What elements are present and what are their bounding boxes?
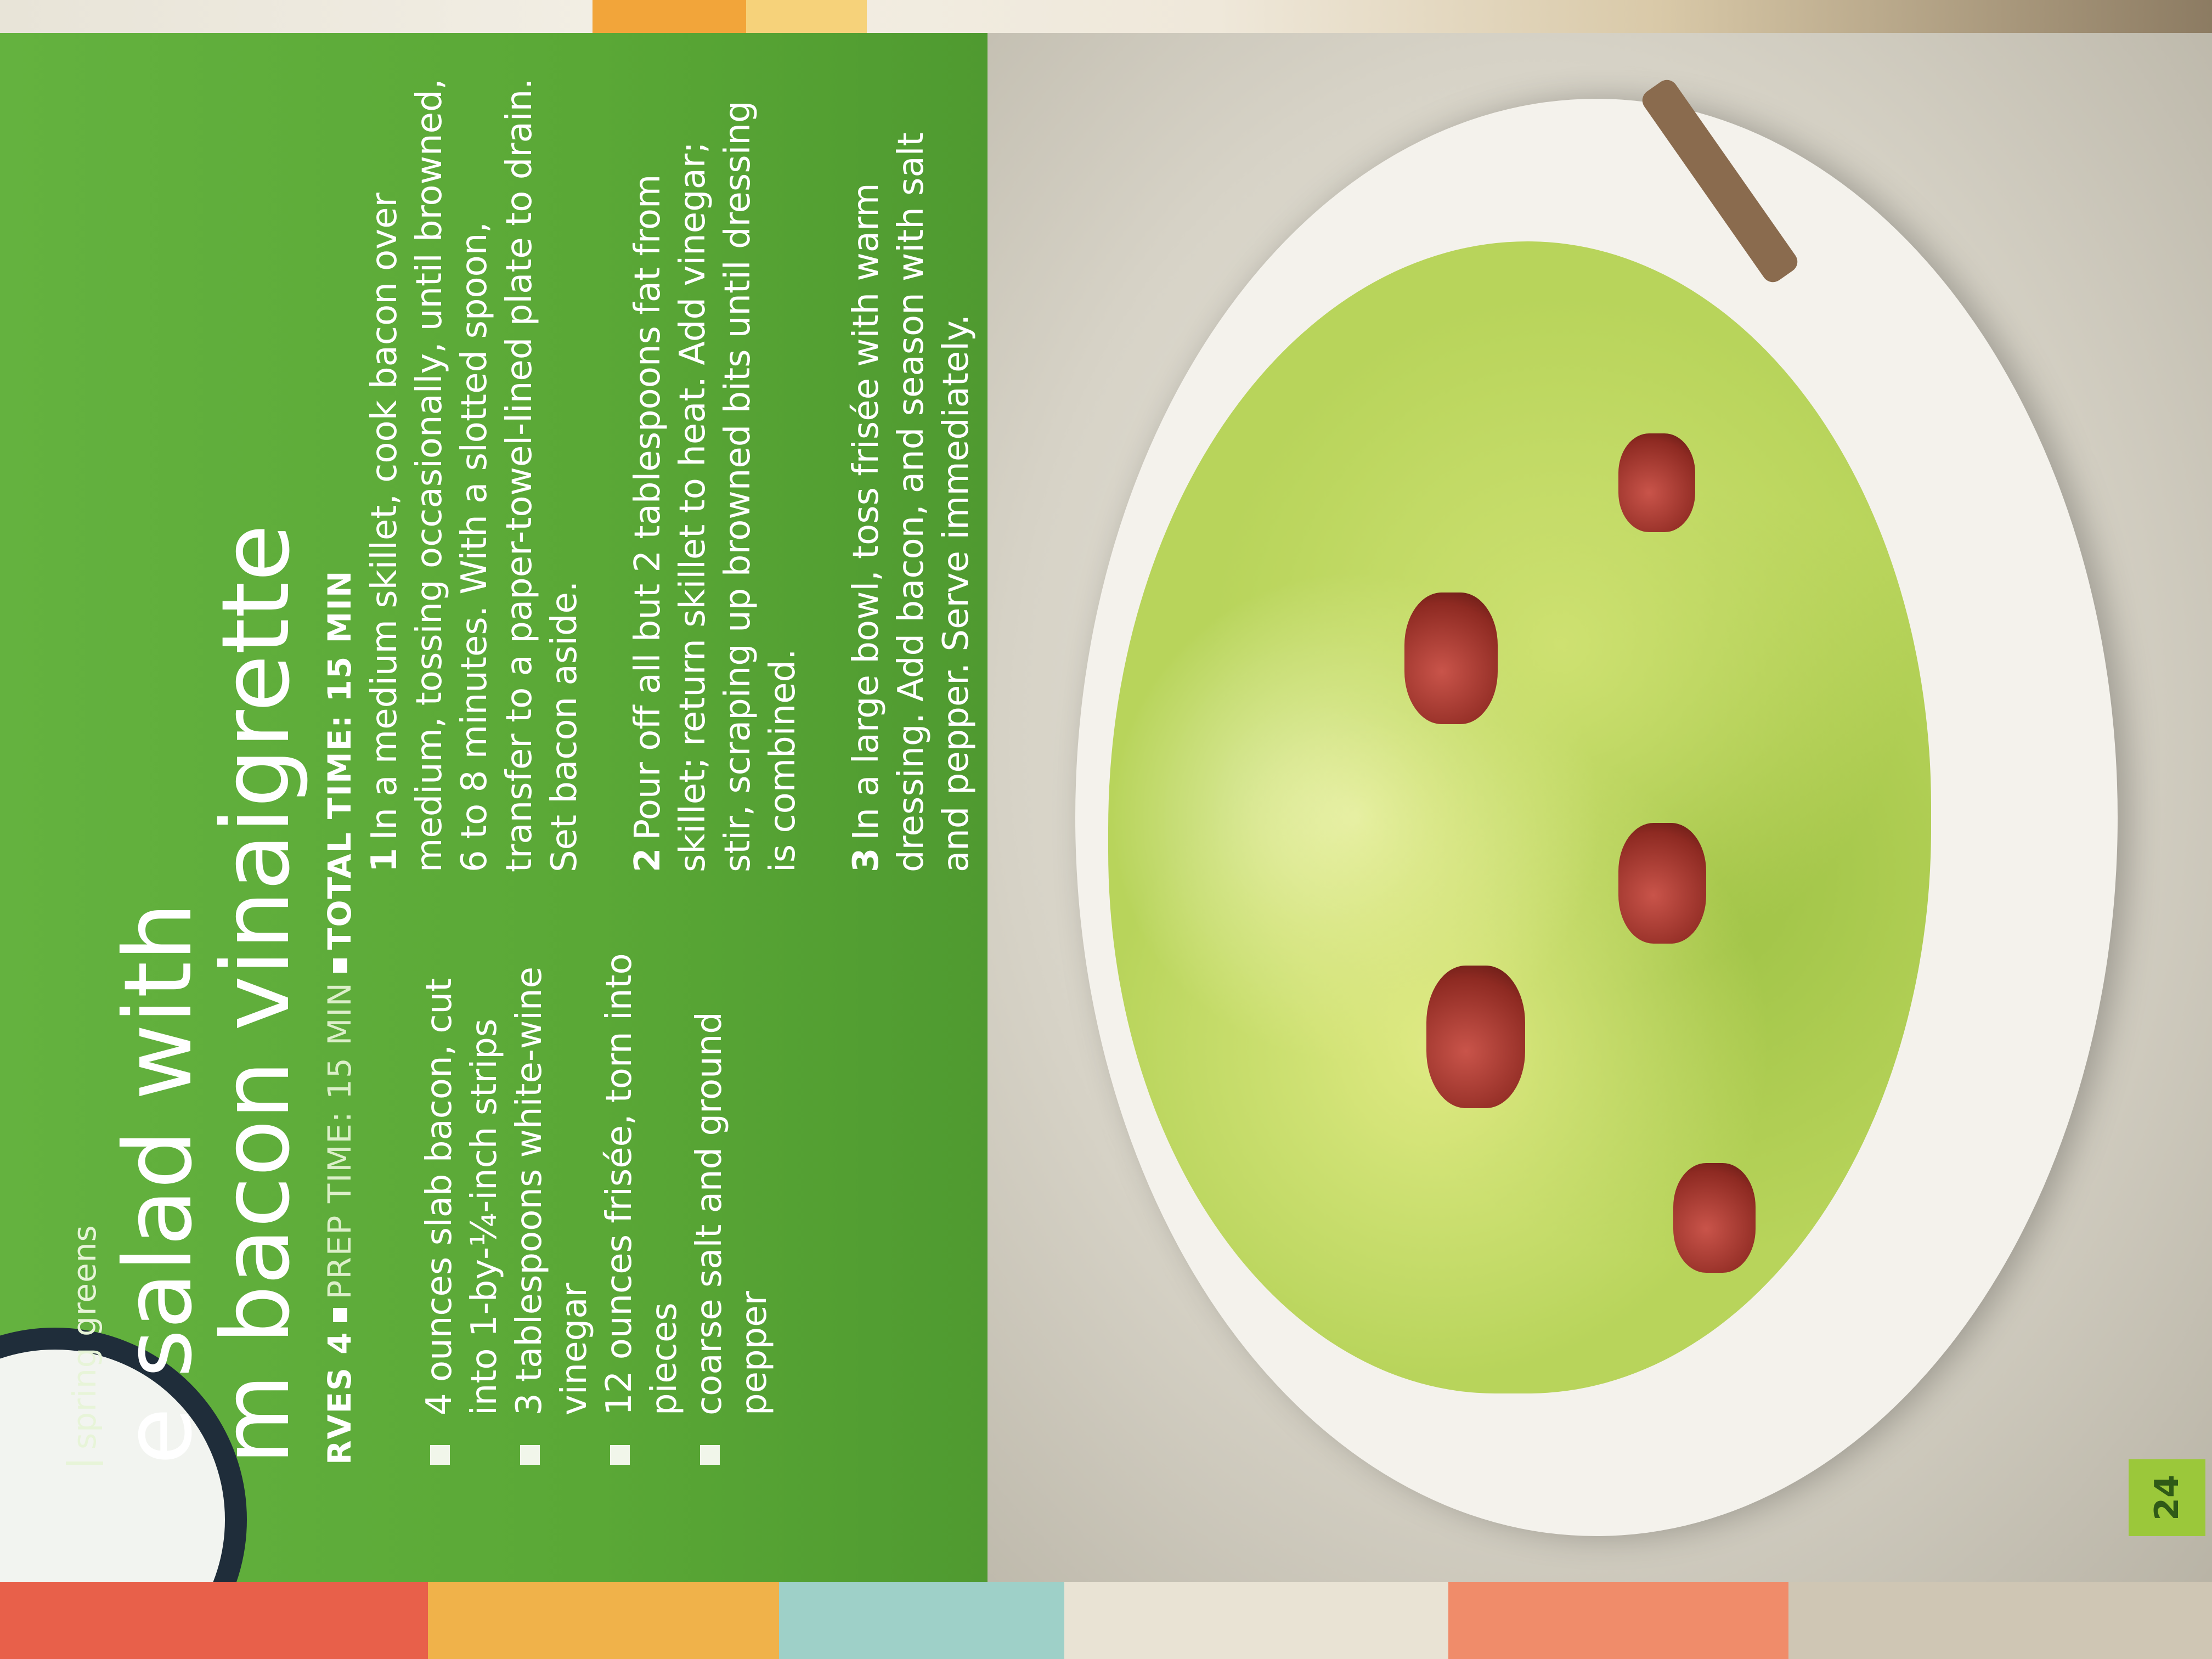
recipe-title: e salad with m bacon vinaigrette [104, 524, 311, 1465]
section-label: spring greens [66, 1224, 103, 1465]
frisee-greens [1108, 241, 1931, 1393]
instruction-step: 3In a large bowl, toss frisée with warm … [844, 77, 979, 872]
page-number: 24 [2129, 1459, 2205, 1536]
recipe-page: spring greens e salad with m bacon vinai… [0, 33, 2212, 1602]
ingredients-list: 4 ounces slab bacon, cut into 1-by-¼-inc… [417, 916, 777, 1465]
decor-block [1788, 1582, 2212, 1659]
ingredient-item: coarse salt and ground pepper [687, 916, 777, 1465]
bacon-piece [1426, 966, 1525, 1108]
ingredient-item: 12 ounces frisée, torn into pieces [597, 916, 687, 1465]
serves-text: RVES 4 [321, 1331, 358, 1465]
recipe-text-panel: spring greens e salad with m bacon vinai… [0, 33, 988, 1602]
square-bullet-icon [332, 958, 347, 973]
instruction-step: 2Pour off all but 2 tablespoons fat from… [625, 77, 805, 872]
magazine-page: spring greens e salad with m bacon vinai… [0, 33, 2212, 1602]
bacon-piece [1618, 823, 1706, 944]
step-text: In a large bowl, toss frisée with warm d… [846, 132, 977, 872]
step-number: 3 [846, 848, 887, 872]
prep-time-text: PREP TIME: 15 MIN [321, 981, 358, 1300]
step-text: In a medium skillet, cook bacon over med… [364, 78, 585, 872]
bacon-piece [1673, 1163, 1756, 1273]
ingredient-item: 4 ounces slab bacon, cut into 1-by-¼-inc… [417, 916, 507, 1465]
ingredient-item: 3 tablespoons white-wine vinegar [507, 916, 597, 1465]
recipe-meta: RVES 4 PREP TIME: 15 MIN TOTAL TIME: 15 MI… [321, 570, 358, 1465]
decor-block [0, 1582, 428, 1659]
salad-photo [988, 33, 2212, 1602]
step-text: Pour off all but 2 tablespoons fat from … [628, 100, 803, 872]
background-bottom [0, 1582, 2212, 1659]
decor-block [1064, 1582, 1448, 1659]
instruction-step: 1In a medium skillet, cook bacon over me… [362, 77, 587, 872]
step-number: 1 [364, 848, 405, 872]
title-line-2: m bacon vinaigrette [202, 524, 311, 1465]
title-line-1: e salad with [104, 902, 213, 1465]
bacon-piece [1618, 433, 1695, 532]
bacon-piece [1404, 592, 1498, 724]
total-time-text: TOTAL TIME: 15 MIN [321, 569, 358, 950]
instructions: 1In a medium skillet, cook bacon over me… [362, 77, 1017, 872]
square-bullet-icon [332, 1308, 347, 1323]
decor-block [1448, 1582, 1788, 1659]
step-number: 2 [628, 848, 668, 872]
decor-block [779, 1582, 1064, 1659]
decor-block [428, 1582, 779, 1659]
